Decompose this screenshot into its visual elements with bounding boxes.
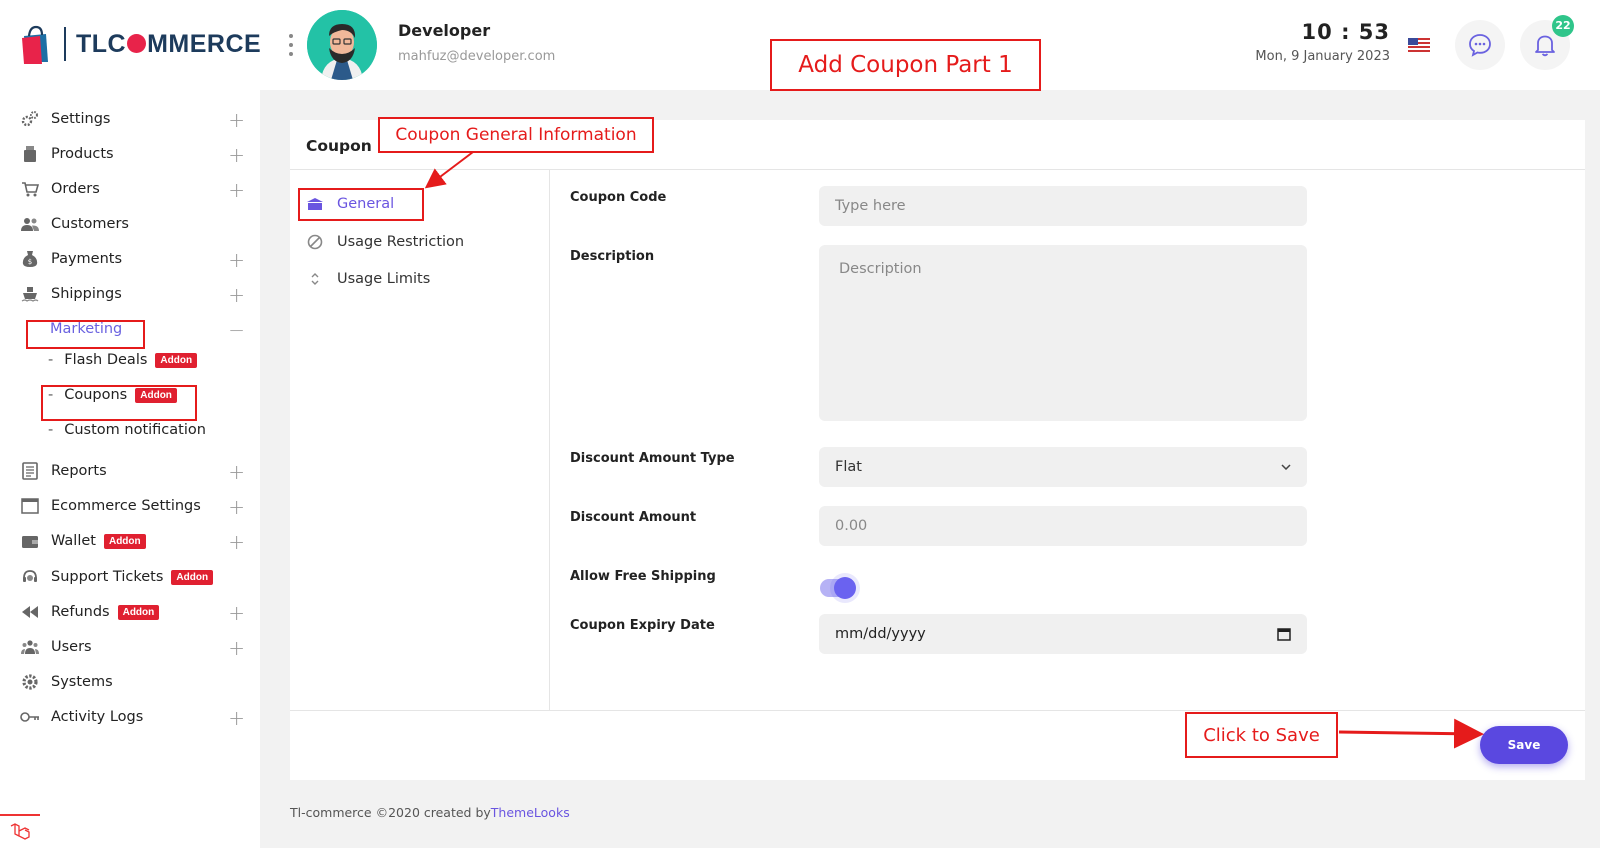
users-icon: [20, 214, 40, 234]
highlight-coupons: [41, 385, 197, 421]
expand-plus-icon[interactable]: +: [228, 143, 245, 167]
expand-plus-icon[interactable]: +: [228, 495, 245, 519]
laravel-icon[interactable]: [0, 814, 40, 848]
menu-toggle-icon[interactable]: [288, 34, 294, 56]
discount-type-label: Discount Amount Type: [570, 451, 735, 466]
addon-badge: Addon: [171, 569, 214, 585]
us-flag-icon[interactable]: [1408, 38, 1430, 52]
sidebar-item-orders[interactable]: Orders +: [20, 174, 245, 204]
sidebar-item-wallet[interactable]: Wallet Addon +: [20, 526, 245, 556]
report-icon: [20, 461, 40, 481]
shopping-bag-icon: [22, 25, 48, 64]
discount-amount-input[interactable]: [819, 506, 1307, 546]
coupon-tabs: General Usage Restriction Usage Limits: [290, 170, 550, 710]
discount-amount-label: Discount Amount: [570, 510, 697, 525]
wallet-icon: [20, 531, 40, 551]
coupon-code-label: Coupon Code: [570, 190, 667, 205]
discount-type-select[interactable]: Flat: [819, 447, 1307, 487]
support-icon: [20, 567, 40, 587]
annotation-title: Add Coupon Part 1: [770, 39, 1041, 91]
chat-bubble-icon: [1469, 34, 1491, 57]
expand-plus-icon[interactable]: +: [228, 108, 245, 132]
sidebar-item-ecommerce-settings[interactable]: Ecommerce Settings +: [20, 491, 245, 521]
sidebar-item-support-tickets[interactable]: Support Tickets Addon: [20, 562, 245, 592]
card-footer-divider: [290, 710, 1585, 711]
sidebar-item-settings[interactable]: Settings +: [20, 104, 245, 134]
calendar-icon[interactable]: [1277, 627, 1291, 641]
save-button[interactable]: Save: [1480, 726, 1568, 764]
clock-time: 10 : 53: [1301, 20, 1390, 44]
money-bag-icon: $: [20, 249, 40, 269]
logo-divider: [64, 27, 66, 61]
sidebar-item-activity-logs[interactable]: Activity Logs +: [20, 702, 245, 732]
card-title: Coupon: [306, 137, 372, 155]
sidebar-item-users[interactable]: Users +: [20, 632, 245, 662]
user-avatar-icon: [307, 10, 377, 80]
expand-plus-icon[interactable]: +: [228, 530, 245, 554]
expand-plus-icon[interactable]: +: [228, 601, 245, 625]
description-label: Description: [570, 249, 655, 264]
avatar[interactable]: [307, 10, 377, 80]
sidebar-subitem-flash-deals[interactable]: - Flash Deals Addon: [48, 346, 198, 374]
coupon-code-input[interactable]: [819, 186, 1307, 226]
sidebar-item-refunds[interactable]: Refunds Addon +: [20, 597, 245, 627]
sort-icon: [306, 272, 324, 286]
themelooks-link[interactable]: ThemeLooks: [491, 805, 570, 820]
window-icon: [20, 496, 40, 516]
expand-plus-icon[interactable]: +: [228, 283, 245, 307]
brand-logo[interactable]: TLC MMERCE: [20, 24, 261, 64]
expand-plus-icon[interactable]: +: [228, 706, 245, 730]
expand-plus-icon[interactable]: +: [228, 248, 245, 272]
sidebar-item-shippings[interactable]: Shippings +: [20, 279, 245, 309]
sidebar-item-payments[interactable]: $ Payments +: [20, 244, 245, 274]
expiry-date-input[interactable]: mm/dd/yyyy: [819, 614, 1307, 654]
users-group-icon: [20, 637, 40, 657]
svg-text:$: $: [28, 258, 32, 266]
cart-o-icon: [127, 33, 147, 53]
cart-icon: [20, 179, 40, 199]
gears-icon: [20, 109, 40, 129]
coupon-card: Coupon General Usage Restriction Usage L…: [290, 120, 1585, 780]
ban-icon: [306, 234, 324, 250]
ship-icon: [20, 284, 40, 304]
box-icon: [20, 144, 40, 164]
messages-button[interactable]: [1455, 20, 1505, 70]
brand-name: TLC MMERCE: [76, 29, 262, 58]
bell-icon: [1535, 35, 1555, 57]
expand-plus-icon[interactable]: +: [228, 460, 245, 484]
page-footer: Tl-commerce ©2020 created byThemeLooks: [290, 805, 570, 820]
sidebar-item-systems[interactable]: Systems: [20, 667, 245, 697]
sidebar-item-reports[interactable]: Reports +: [20, 456, 245, 486]
rewind-icon: [20, 602, 40, 622]
user-name: Developer: [398, 21, 491, 40]
sidebar: Settings + Products + Orders + Customers…: [0, 90, 260, 848]
notification-count-badge: 22: [1552, 15, 1574, 37]
annotation-general-info: Coupon General Information: [378, 117, 654, 153]
free-shipping-toggle[interactable]: [820, 577, 856, 599]
key-icon: [20, 707, 40, 727]
addon-badge: Addon: [103, 533, 146, 549]
expiry-date-label: Coupon Expiry Date: [570, 618, 715, 633]
description-textarea[interactable]: [819, 245, 1307, 421]
sidebar-item-customers[interactable]: Customers: [20, 209, 245, 239]
expand-plus-icon[interactable]: +: [228, 636, 245, 660]
annotation-save-hint: Click to Save: [1185, 712, 1338, 758]
sidebar-item-products[interactable]: Products +: [20, 139, 245, 169]
collapse-minus-icon[interactable]: −: [228, 318, 245, 342]
expand-plus-icon[interactable]: +: [228, 178, 245, 202]
clock-date: Mon, 9 January 2023: [1255, 49, 1390, 64]
tab-usage-limits[interactable]: Usage Limits: [306, 265, 430, 293]
highlight-marketing: [26, 320, 145, 349]
tab-usage-restriction[interactable]: Usage Restriction: [306, 228, 464, 256]
highlight-general-tab: [298, 188, 424, 221]
toggle-knob: [834, 577, 856, 599]
chevron-down-icon: [1281, 464, 1291, 470]
user-email: mahfuz@developer.com: [398, 49, 556, 64]
addon-badge: Addon: [155, 352, 198, 368]
cog-icon: [20, 672, 40, 692]
addon-badge: Addon: [117, 604, 160, 620]
free-shipping-label: Allow Free Shipping: [570, 569, 716, 584]
